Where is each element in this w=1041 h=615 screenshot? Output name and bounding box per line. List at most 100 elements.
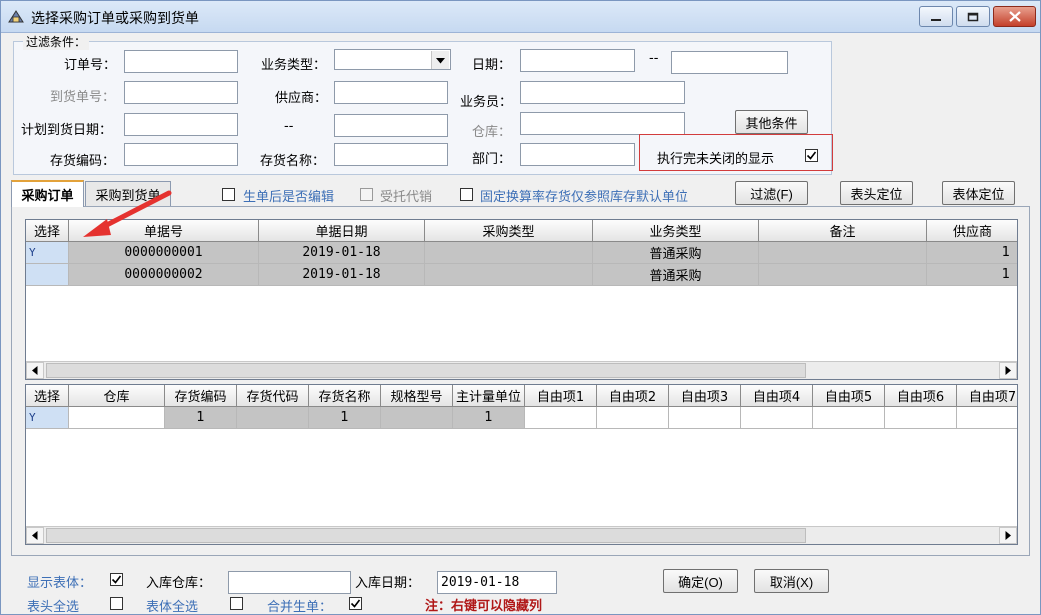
- col-header-spec[interactable]: 规格型号: [381, 385, 453, 407]
- ok-button[interactable]: 确定(O): [663, 569, 738, 593]
- body-all-checkbox[interactable]: [230, 597, 243, 610]
- col-header-unit[interactable]: 主计量单位: [453, 385, 525, 407]
- show-closed-checkbox[interactable]: [805, 149, 818, 162]
- col-header-select[interactable]: 选择: [26, 220, 69, 242]
- checkmark-icon: [350, 599, 361, 608]
- row1-remark[interactable]: [759, 242, 927, 264]
- scroll-thumb[interactable]: [46, 363, 806, 378]
- tab-purchase-order[interactable]: 采购订单: [11, 180, 84, 207]
- biz-type-select[interactable]: [334, 49, 451, 70]
- col-header-doc-date[interactable]: 单据日期: [259, 220, 425, 242]
- scroll-left-icon[interactable]: [26, 362, 44, 379]
- row2-doc-no[interactable]: 0000000002: [69, 264, 259, 286]
- body-locate-button[interactable]: 表体定位: [942, 181, 1015, 205]
- dialog-window: 选择采购订单或采购到货单 过滤条件： 订单号： 到货单号： 计划到货日期： 存货…: [0, 0, 1041, 615]
- col-header-free7[interactable]: 自由项7: [957, 385, 1017, 407]
- bottom-grid-hscrollbar[interactable]: [26, 526, 1017, 544]
- order-header-grid[interactable]: 选择 单据号 单据日期 采购类型 业务类型 备注 供应商 Y 000000000…: [25, 219, 1018, 380]
- dropdown-arrow-icon[interactable]: [431, 51, 449, 69]
- scroll-thumb[interactable]: [46, 528, 806, 543]
- body-row1-spec[interactable]: [381, 407, 453, 429]
- row2-purchase-type[interactable]: [425, 264, 593, 286]
- filter-button[interactable]: 过滤(F): [735, 181, 808, 205]
- body-row1-inv-name[interactable]: 1: [309, 407, 381, 429]
- scroll-right-icon[interactable]: [999, 527, 1017, 544]
- body-row1-free6[interactable]: [885, 407, 957, 429]
- col-header-free5[interactable]: 自由项5: [813, 385, 885, 407]
- body-row1-free3[interactable]: [669, 407, 741, 429]
- inv-name-input[interactable]: [334, 143, 448, 166]
- body-row1-inv-alias[interactable]: [237, 407, 309, 429]
- supplier-label: 供应商：: [275, 91, 328, 106]
- cancel-button[interactable]: 取消(X): [754, 569, 829, 593]
- row2-select-cell[interactable]: [26, 264, 69, 286]
- order-no-input[interactable]: [124, 50, 238, 73]
- merge-checkbox[interactable]: [349, 597, 362, 610]
- scroll-right-icon[interactable]: [999, 362, 1017, 379]
- row2-doc-date[interactable]: 2019-01-18: [259, 264, 425, 286]
- scroll-left-icon[interactable]: [26, 527, 44, 544]
- body-row1-free1[interactable]: [525, 407, 597, 429]
- order-body-grid[interactable]: 选择 仓库 存货编码 存货代码 存货名称 规格型号 主计量单位 自由项1 自由项…: [25, 384, 1018, 545]
- body-row1-free2[interactable]: [597, 407, 669, 429]
- maximize-button[interactable]: [956, 6, 990, 27]
- other-conditions-button[interactable]: 其他条件: [735, 110, 808, 134]
- body-row1-free5[interactable]: [813, 407, 885, 429]
- warehouse-label: 仓库：: [472, 125, 512, 140]
- fixed-rate-checkbox[interactable]: [460, 188, 473, 201]
- col-header-free1[interactable]: 自由项1: [525, 385, 597, 407]
- show-body-checkbox[interactable]: [110, 573, 123, 586]
- body-row1-free7[interactable]: [957, 407, 1017, 429]
- col-header-inv-alias[interactable]: 存货代码: [237, 385, 309, 407]
- col-header-purchase-type[interactable]: 采购类型: [425, 220, 593, 242]
- merge-label: 合并生单：: [267, 600, 333, 615]
- close-button[interactable]: [993, 6, 1036, 27]
- col-header-free2[interactable]: 自由项2: [597, 385, 669, 407]
- body-row1-select-cell[interactable]: Y: [26, 407, 69, 429]
- col-header-remark[interactable]: 备注: [759, 220, 927, 242]
- col-header-free6[interactable]: 自由项6: [885, 385, 957, 407]
- col-header-select[interactable]: 选择: [26, 385, 69, 407]
- body-row1-inv-code[interactable]: 1: [165, 407, 237, 429]
- col-header-warehouse[interactable]: 仓库: [69, 385, 165, 407]
- date-start-input[interactable]: [520, 49, 635, 72]
- checkmark-icon: [806, 151, 817, 160]
- header-locate-button[interactable]: 表头定位: [840, 181, 913, 205]
- inv-code-input[interactable]: [124, 143, 238, 166]
- arrival-no-input[interactable]: [124, 81, 238, 104]
- biz-type-label: 业务类型：: [261, 58, 327, 73]
- row1-biz-type[interactable]: 普通采购: [593, 242, 759, 264]
- minimize-button[interactable]: [919, 6, 953, 27]
- body-row1-unit[interactable]: 1: [453, 407, 525, 429]
- col-header-supplier[interactable]: 供应商: [927, 220, 1017, 242]
- row1-doc-no[interactable]: 0000000001: [69, 242, 259, 264]
- supplier-input[interactable]: [334, 81, 448, 104]
- row1-purchase-type[interactable]: [425, 242, 593, 264]
- dept-input[interactable]: [520, 143, 635, 166]
- date-end-input[interactable]: [671, 51, 788, 74]
- row1-supplier[interactable]: 1: [927, 242, 1017, 264]
- plan-date-input[interactable]: [124, 113, 238, 136]
- plan-date-end-input[interactable]: [334, 114, 448, 137]
- consign-checkbox[interactable]: [360, 188, 373, 201]
- body-row1-free4[interactable]: [741, 407, 813, 429]
- row1-doc-date[interactable]: 2019-01-18: [259, 242, 425, 264]
- col-header-free3[interactable]: 自由项3: [669, 385, 741, 407]
- col-header-biz-type[interactable]: 业务类型: [593, 220, 759, 242]
- col-header-inv-code[interactable]: 存货编码: [165, 385, 237, 407]
- edit-after-checkbox[interactable]: [222, 188, 235, 201]
- col-header-free4[interactable]: 自由项4: [741, 385, 813, 407]
- header-all-checkbox[interactable]: [110, 597, 123, 610]
- in-warehouse-input[interactable]: [228, 571, 351, 594]
- title-bar[interactable]: 选择采购订单或采购到货单: [1, 1, 1040, 33]
- body-row1-warehouse[interactable]: [69, 407, 165, 429]
- warehouse-input[interactable]: [520, 112, 685, 135]
- in-date-input[interactable]: 2019-01-18: [437, 571, 557, 594]
- col-header-inv-name[interactable]: 存货名称: [309, 385, 381, 407]
- row1-select-cell[interactable]: Y: [26, 242, 69, 264]
- top-grid-hscrollbar[interactable]: [26, 361, 1017, 379]
- row2-biz-type[interactable]: 普通采购: [593, 264, 759, 286]
- row2-supplier[interactable]: 1: [927, 264, 1017, 286]
- clerk-input[interactable]: [520, 81, 685, 104]
- row2-remark[interactable]: [759, 264, 927, 286]
